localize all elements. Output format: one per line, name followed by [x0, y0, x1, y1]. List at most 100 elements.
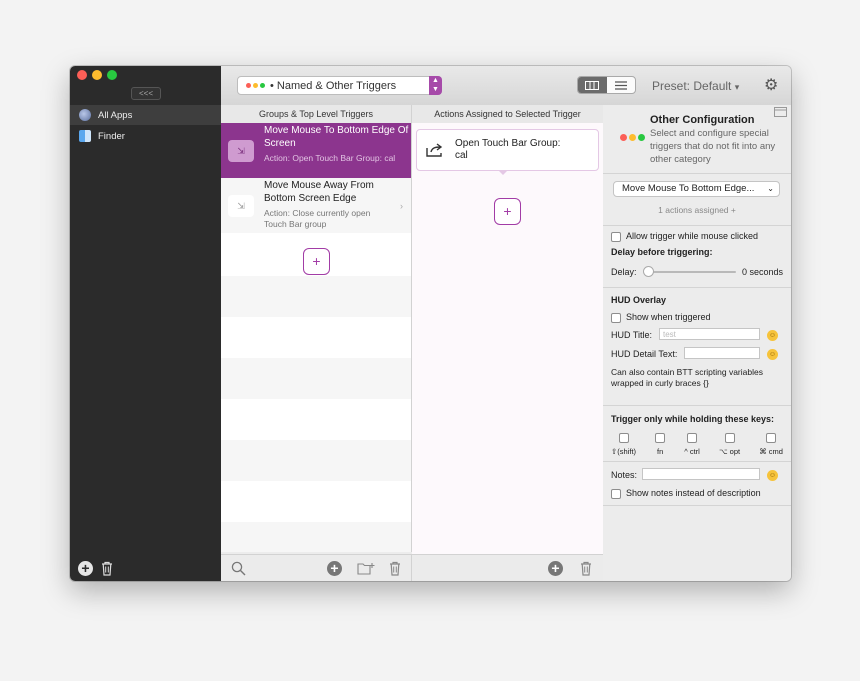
trigger-row-selected[interactable]: ⇲ Move Mouse To Bottom Edge Of Screen Ac…	[221, 123, 411, 178]
trash-icon[interactable]	[580, 561, 592, 576]
triggers-list: ⇲ Move Mouse To Bottom Edge Of Screen Ac…	[221, 123, 412, 552]
delay-value: 0 seconds	[742, 267, 784, 277]
columns-icon	[585, 80, 600, 90]
groups-column-header: Groups & Top Level Triggers	[221, 105, 412, 124]
checkbox-icon	[724, 433, 735, 443]
main-area: • Named & Other Triggers ▲ ▼ Preset: Def…	[221, 66, 791, 581]
hud-detail-input[interactable]	[684, 347, 760, 359]
delay-section: Allow trigger while mouse clicked Delay …	[603, 226, 791, 288]
actions-column-header: Actions Assigned to Selected Trigger	[412, 105, 604, 124]
trigger-type-select[interactable]: • Named & Other Triggers ▲ ▼	[237, 76, 442, 95]
delay-heading: Delay before triggering:	[611, 247, 713, 257]
notes-show-checkbox[interactable]: Show notes instead of description	[611, 488, 761, 499]
allow-mouse-clicked-checkbox[interactable]: Allow trigger while mouse clicked	[611, 231, 758, 242]
trigger-title: Move Mouse To Bottom Edge Of Screen	[264, 125, 409, 149]
named-trigger-select-value: Move Mouse To Bottom Edge...	[622, 183, 755, 194]
add-action-circle-button[interactable]: +	[548, 561, 563, 576]
trash-icon[interactable]	[101, 561, 113, 576]
actions-toolbar: +	[412, 554, 604, 581]
actions-assigned-link[interactable]: 1 actions assigned +	[603, 205, 791, 215]
preset-label: Preset: Default	[652, 79, 732, 93]
hud-title-input[interactable]: test	[659, 328, 760, 340]
share-action-icon	[426, 143, 443, 157]
keys-heading: Trigger only while holding these keys:	[611, 414, 775, 424]
chevron-down-icon: ⌄	[767, 184, 774, 193]
finder-icon	[79, 130, 91, 142]
trigger-type-label: • Named & Other Triggers	[270, 79, 397, 92]
add-trigger-circle-button[interactable]: +	[327, 561, 342, 576]
notes-section: Notes: ☺ Show notes instead of descripti…	[603, 462, 791, 506]
column-view-button[interactable]	[578, 77, 607, 93]
add-app-button[interactable]: +	[78, 561, 93, 576]
chevron-updown-icon: ▲ ▼	[429, 76, 442, 95]
checkbox-icon	[618, 433, 629, 443]
trigger-select-section: Move Mouse To Bottom Edge... ⌄ 1 actions…	[603, 174, 791, 226]
notes-label: Notes:	[611, 470, 638, 480]
sidebar-item-label: Finder	[98, 130, 125, 142]
modifier-keys-section: Trigger only while holding these keys: ⇧…	[603, 406, 791, 462]
mouse-trigger-icon: ⇲	[228, 140, 254, 162]
delay-label: Delay:	[611, 267, 637, 277]
config-description: Select and configure special triggers th…	[650, 128, 776, 165]
fn-key-checkbox[interactable]: fn	[655, 433, 666, 456]
chevron-right-icon: ›	[400, 201, 403, 211]
hud-detail-label: HUD Detail Text:	[611, 349, 678, 359]
new-folder-icon[interactable]	[357, 561, 375, 576]
preset-selector[interactable]: Preset: Default ▾	[652, 79, 739, 93]
sidebar-toolbar: +	[78, 561, 113, 576]
hud-note: Can also contain BTT scripting variables…	[611, 367, 763, 388]
slider-knob[interactable]	[643, 266, 654, 277]
toolbar: • Named & Other Triggers ▲ ▼ Preset: Def…	[221, 66, 791, 106]
sidebar-item-label: All Apps	[98, 109, 133, 121]
delay-slider[interactable]	[643, 266, 736, 277]
key-label: ⇧(shift)	[611, 447, 637, 456]
notes-input[interactable]	[642, 468, 760, 480]
checkbox-label: Show when triggered	[626, 312, 711, 322]
window-icon[interactable]	[774, 107, 787, 117]
ctrl-key-checkbox[interactable]: ^ ctrl	[684, 433, 700, 456]
emoji-icon[interactable]: ☺	[767, 470, 778, 481]
opt-key-checkbox[interactable]: ⌥ opt	[719, 433, 740, 456]
app-window: <<< All Apps Finder + • Named & Other Tr…	[70, 66, 791, 581]
config-panel: Other Configuration Select and configure…	[603, 105, 791, 581]
gear-icon[interactable]: ⚙	[764, 75, 778, 95]
sidebar-item-finder[interactable]: Finder	[70, 126, 221, 146]
key-label: fn	[657, 447, 664, 456]
shift-key-checkbox[interactable]: ⇧(shift)	[611, 433, 636, 456]
cmd-key-checkbox[interactable]: ⌘ cmd	[759, 433, 783, 456]
zoom-window-button[interactable]	[107, 70, 117, 80]
config-header: Other Configuration Select and configure…	[603, 105, 791, 174]
checkbox-icon	[655, 433, 666, 443]
list-view-button[interactable]	[607, 77, 636, 93]
hud-show-checkbox[interactable]: Show when triggered	[611, 312, 711, 323]
checkbox-label: Allow trigger while mouse clicked	[626, 231, 759, 241]
add-trigger-button[interactable]: +	[303, 248, 330, 275]
hud-section: HUD Overlay Show when triggered HUD Titl…	[603, 288, 791, 406]
globe-icon	[79, 109, 91, 121]
key-label: ^ ctrl	[684, 447, 700, 456]
close-window-button[interactable]	[77, 70, 87, 80]
add-action-button[interactable]: +	[494, 198, 521, 225]
emoji-icon[interactable]: ☺	[767, 330, 778, 341]
named-trigger-select[interactable]: Move Mouse To Bottom Edge... ⌄	[613, 181, 780, 197]
traffic-dots-icon	[246, 83, 265, 88]
collapse-sidebar-button[interactable]: <<<	[131, 87, 161, 100]
view-toggle	[577, 76, 636, 94]
list-icon	[614, 80, 627, 90]
trash-icon[interactable]	[389, 561, 401, 576]
minimize-window-button[interactable]	[92, 70, 102, 80]
key-label: ⌥ opt	[718, 447, 741, 456]
trigger-subtitle: Action: Close currently open Touch Bar g…	[264, 208, 371, 229]
triggers-toolbar: +	[221, 554, 412, 581]
action-item[interactable]: Open Touch Bar Group: cal	[416, 129, 599, 171]
sidebar-item-all-apps[interactable]: All Apps	[70, 105, 221, 125]
traffic-dots-icon	[620, 134, 645, 141]
checkbox-label: Show notes instead of description	[626, 488, 761, 498]
checkbox-icon	[611, 488, 621, 499]
trigger-row[interactable]: ⇲ Move Mouse Away From Bottom Screen Edg…	[221, 178, 411, 233]
config-title: Other Configuration	[650, 114, 755, 126]
emoji-icon[interactable]: ☺	[767, 349, 778, 360]
modifier-keys: ⇧(shift) fn ^ ctrl ⌥ opt ⌘ cmd	[611, 433, 783, 456]
checkbox-icon	[611, 312, 621, 323]
search-icon[interactable]	[231, 561, 246, 576]
